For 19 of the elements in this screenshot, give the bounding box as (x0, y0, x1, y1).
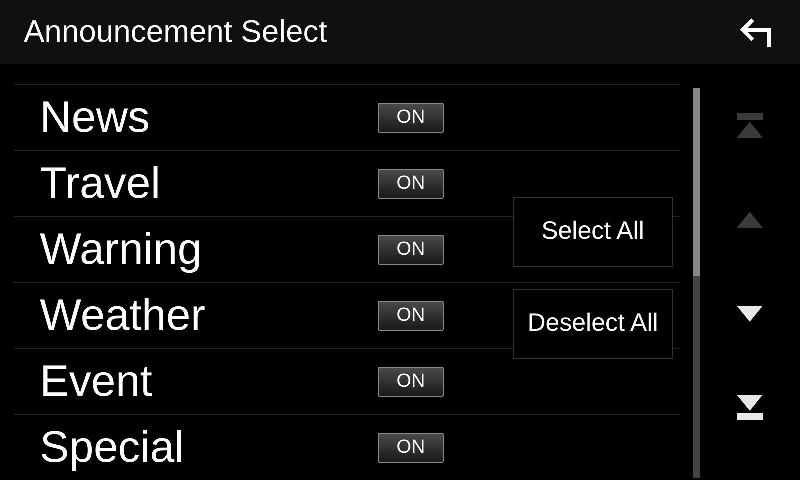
skip-bottom-icon (737, 395, 763, 421)
toggle-switch[interactable]: ON (378, 366, 444, 396)
deselect-all-button[interactable]: Deselect All (513, 289, 673, 359)
announcement-label: Special (39, 426, 186, 470)
announcement-label: News (39, 96, 152, 140)
toggle-switch[interactable]: ON (378, 234, 444, 264)
skip-top-icon (737, 113, 763, 139)
toggle-switch[interactable]: ON (378, 300, 444, 330)
announcement-label: Event (39, 360, 154, 404)
toggle-switch[interactable]: ON (378, 168, 444, 198)
toggle-switch[interactable]: ON (378, 102, 444, 132)
announcement-label: Warning (39, 228, 204, 272)
window-title: Announcement Select (24, 12, 328, 51)
announcement-label: Weather (39, 294, 206, 338)
scrollbar-thumb[interactable] (693, 88, 700, 276)
select-all-button[interactable]: Select All (513, 197, 673, 267)
back-arrow-icon (739, 16, 773, 48)
toggle-switch[interactable]: ON (378, 432, 444, 462)
announcement-label: Travel (39, 162, 162, 206)
